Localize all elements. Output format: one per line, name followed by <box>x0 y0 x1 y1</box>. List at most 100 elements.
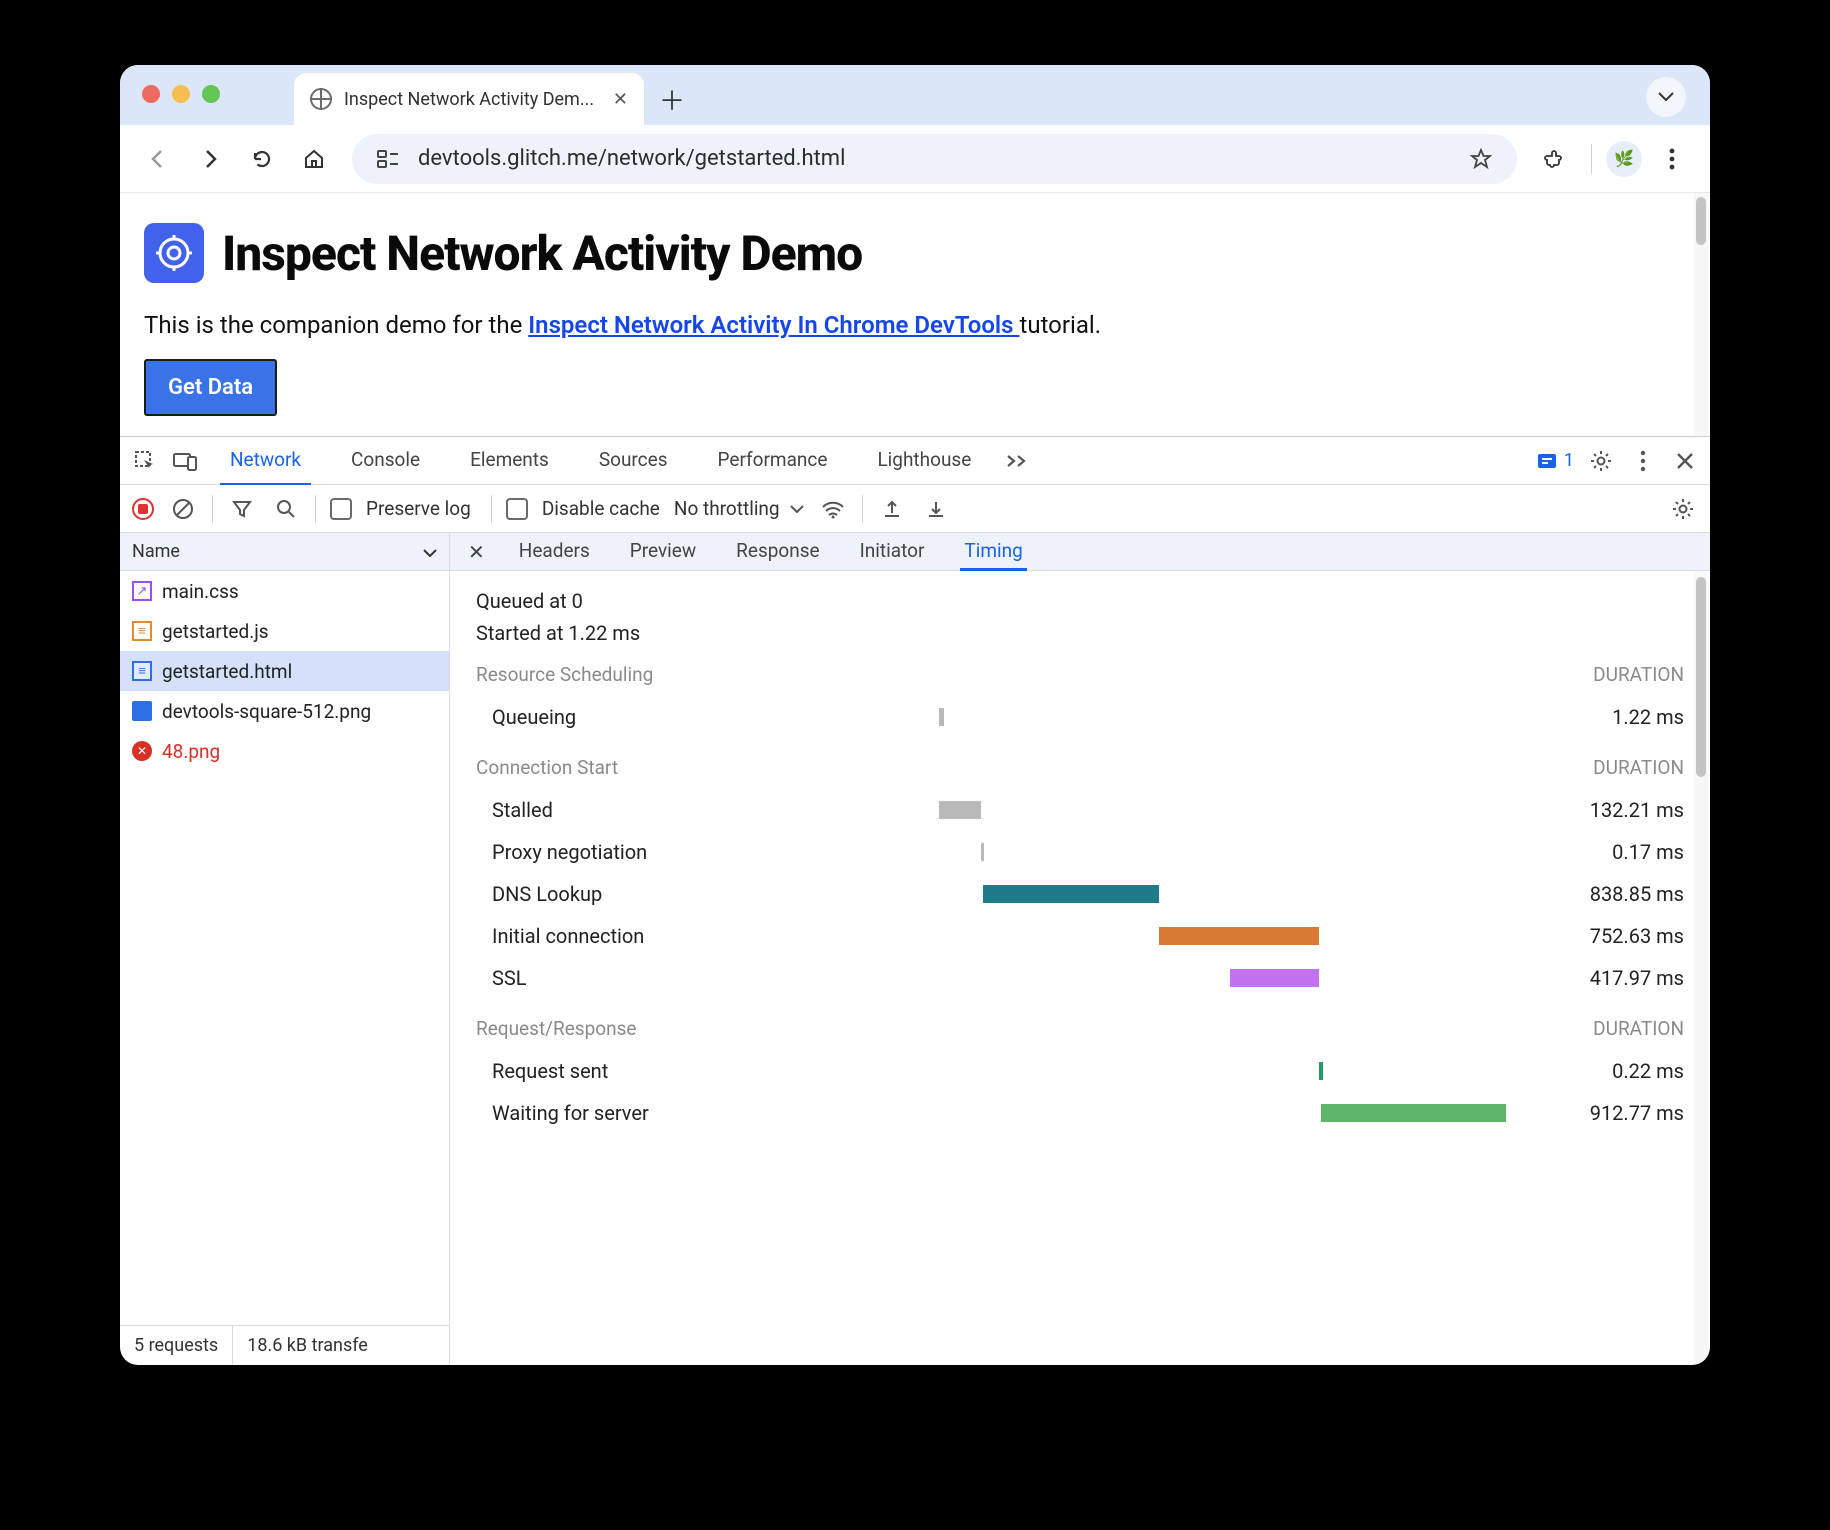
timing-bar-segment <box>981 843 984 861</box>
devtools-tab-sources[interactable]: Sources <box>589 436 678 486</box>
file-type-icon <box>132 661 152 681</box>
profile-avatar[interactable]: 🌿 <box>1606 141 1642 177</box>
devtools-tab-console[interactable]: Console <box>341 436 430 486</box>
minimize-window-button[interactable] <box>172 85 190 103</box>
clear-button[interactable] <box>168 494 198 524</box>
divider <box>862 495 863 523</box>
devtools-tab-elements[interactable]: Elements <box>460 436 559 486</box>
timing-value: 417.97 ms <box>1534 966 1684 990</box>
request-name: 48.png <box>162 740 220 763</box>
timing-value: 838.85 ms <box>1534 882 1684 906</box>
timing-row: DNS Lookup 838.85 ms <box>476 873 1684 915</box>
intro-before: This is the companion demo for the <box>144 311 528 339</box>
page-scrollbar[interactable] <box>1694 193 1708 436</box>
inspect-element-icon[interactable] <box>130 446 160 476</box>
request-row[interactable]: getstarted.js <box>120 611 449 651</box>
bookmark-button[interactable] <box>1465 143 1497 175</box>
extensions-button[interactable] <box>1533 137 1577 181</box>
address-bar[interactable]: devtools.glitch.me/network/getstarted.ht… <box>352 134 1517 184</box>
file-type-icon <box>132 701 152 721</box>
queued-at: Queued at 0 <box>476 589 1684 613</box>
timing-value: 1.22 ms <box>1534 705 1684 729</box>
timing-label: DNS Lookup <box>476 882 696 906</box>
site-info-icon[interactable] <box>372 143 404 175</box>
timing-pane: Queued at 0 Started at 1.22 ms Resource … <box>450 571 1710 1365</box>
request-row[interactable]: 48.png <box>120 731 449 771</box>
timing-value: 0.17 ms <box>1534 840 1684 864</box>
reload-button[interactable] <box>240 137 284 181</box>
globe-icon <box>310 88 332 110</box>
menu-button[interactable] <box>1650 137 1694 181</box>
home-button[interactable] <box>292 137 336 181</box>
record-button[interactable] <box>132 498 154 520</box>
file-type-icon <box>132 581 152 601</box>
devtools-tab-lighthouse[interactable]: Lighthouse <box>867 436 981 486</box>
kebab-icon[interactable] <box>1628 446 1658 476</box>
detail-tab-timing[interactable]: Timing <box>960 533 1026 571</box>
request-name: devtools-square-512.png <box>162 700 371 723</box>
devtools-tab-network[interactable]: Network <box>220 436 311 486</box>
settings-icon[interactable] <box>1586 446 1616 476</box>
timing-bar-segment <box>1159 927 1318 945</box>
preserve-log-checkbox[interactable] <box>330 498 352 520</box>
scrollbar-thumb[interactable] <box>1696 577 1706 777</box>
intro-after: tutorial. <box>1019 311 1101 339</box>
network-settings-icon[interactable] <box>1668 494 1698 524</box>
detail-tabs: ✕ Headers Preview Response Initiator Timing <box>450 533 1710 571</box>
search-icon[interactable] <box>271 494 301 524</box>
disable-cache-checkbox[interactable] <box>506 498 528 520</box>
timing-bar-segment <box>1319 1062 1323 1080</box>
timing-row: Proxy negotiation0.17 ms <box>476 831 1684 873</box>
detail-tab-preview[interactable]: Preview <box>626 533 700 571</box>
more-tabs-icon[interactable] <box>1001 446 1031 476</box>
timing-row: Request sent0.22 ms <box>476 1050 1684 1092</box>
timing-bar-track <box>696 843 1534 861</box>
device-toolbar-icon[interactable] <box>170 446 200 476</box>
close-tab-button[interactable]: ✕ <box>613 89 628 110</box>
divider <box>491 495 492 523</box>
timing-section: Resource SchedulingDURATIONQueueing1.22 … <box>476 663 1684 738</box>
network-conditions-icon[interactable] <box>818 494 848 524</box>
window-controls <box>142 85 220 103</box>
request-row[interactable]: getstarted.html <box>120 651 449 691</box>
file-type-icon <box>132 621 152 641</box>
tab-overflow-button[interactable] <box>1646 77 1686 117</box>
devtools-tab-performance[interactable]: Performance <box>708 436 838 486</box>
started-at: Started at 1.22 ms <box>476 621 1684 645</box>
timing-bar-track <box>696 708 1534 726</box>
detail-tab-response[interactable]: Response <box>732 533 823 571</box>
forward-button[interactable] <box>188 137 232 181</box>
timing-bar-track <box>696 885 1534 903</box>
timing-value: 0.22 ms <box>1534 1059 1684 1083</box>
maximize-window-button[interactable] <box>202 85 220 103</box>
request-name: getstarted.js <box>162 620 269 643</box>
throttling-select[interactable]: No throttling <box>674 497 804 520</box>
request-row[interactable]: main.css <box>120 571 449 611</box>
scrollbar-thumb[interactable] <box>1696 197 1706 245</box>
timing-row: Queueing1.22 ms <box>476 696 1684 738</box>
browser-tab[interactable]: Inspect Network Activity Dem... ✕ <box>294 73 644 125</box>
timing-bar-segment <box>1230 969 1319 987</box>
upload-icon[interactable] <box>877 494 907 524</box>
divider <box>315 495 316 523</box>
detail-tab-headers[interactable]: Headers <box>515 533 594 571</box>
request-row[interactable]: devtools-square-512.png <box>120 691 449 731</box>
get-data-button[interactable]: Get Data <box>144 359 277 416</box>
filter-icon[interactable] <box>227 494 257 524</box>
issues-indicator[interactable]: 1 <box>1536 450 1574 472</box>
timing-row: SSL 417.97 ms <box>476 957 1684 999</box>
timing-label: SSL <box>476 966 696 990</box>
tutorial-link[interactable]: Inspect Network Activity In Chrome DevTo… <box>528 311 1019 339</box>
timing-value: 752.63 ms <box>1534 924 1684 948</box>
close-detail-button[interactable]: ✕ <box>460 540 493 564</box>
close-devtools-button[interactable] <box>1670 446 1700 476</box>
back-button[interactable] <box>136 137 180 181</box>
new-tab-button[interactable]: ＋ <box>652 79 692 119</box>
timing-bar-track <box>696 1062 1534 1080</box>
close-window-button[interactable] <box>142 85 160 103</box>
detail-scrollbar[interactable] <box>1694 571 1708 1365</box>
timing-label: Stalled <box>476 798 696 822</box>
detail-tab-initiator[interactable]: Initiator <box>856 533 929 571</box>
requests-header[interactable]: Name <box>120 533 449 571</box>
download-icon[interactable] <box>921 494 951 524</box>
